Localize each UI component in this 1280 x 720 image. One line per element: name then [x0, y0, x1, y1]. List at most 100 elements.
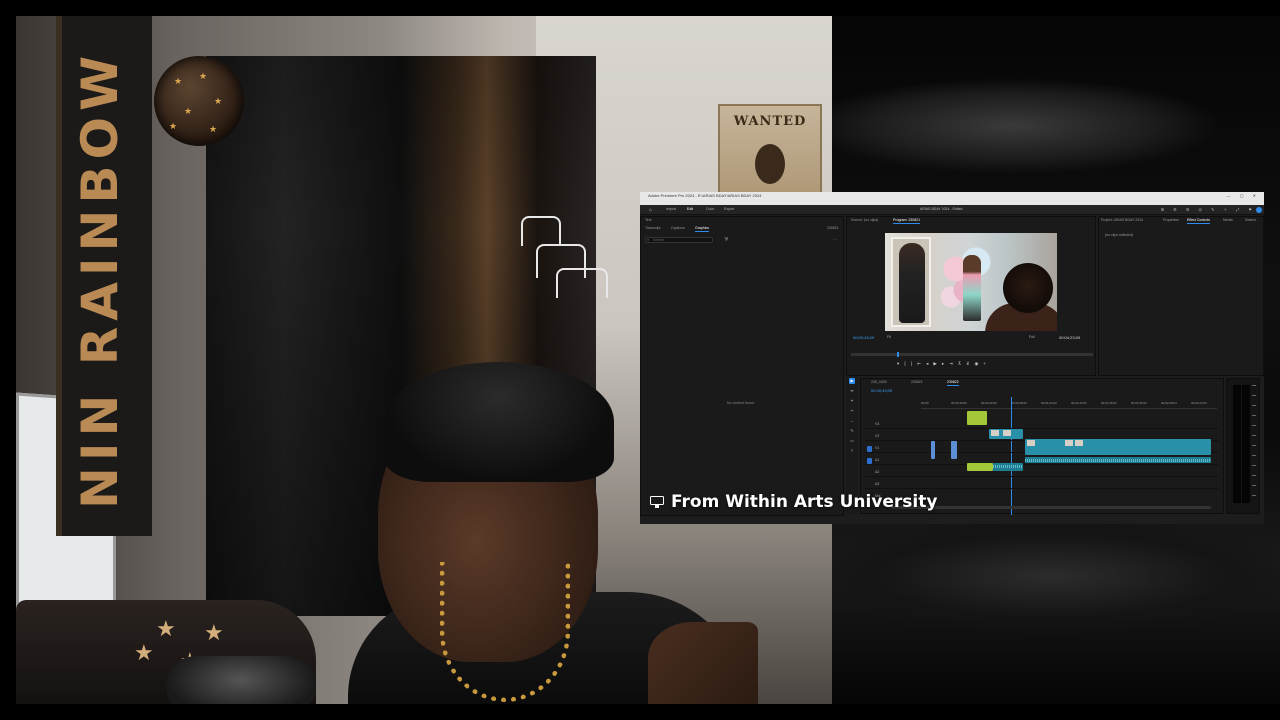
timeline-ruler[interactable]: 00;00 00;00;16;00 00;00;32;00 00;00;48;0… — [921, 401, 1217, 409]
graphics-search-input[interactable]: ⌕ Search — [645, 237, 713, 243]
transport-controls[interactable]: ▾{}⇤◂▶▸⇥⊼⊻◉+ — [897, 361, 991, 367]
audio-meters — [1226, 378, 1260, 514]
audio-clip-lime[interactable] — [967, 463, 993, 471]
search-placeholder: Search — [653, 238, 665, 242]
tab-captions[interactable]: Captions — [671, 226, 685, 230]
track-label: V3 — [875, 422, 880, 426]
tab-source[interactable]: Source: (no clips) — [851, 218, 878, 222]
timeline-tabs: 230_0426 230821 230822 — [861, 379, 1223, 386]
go-to-in-icon[interactable]: ⇤ — [917, 361, 926, 366]
filter-icon[interactable]: ⧩ — [724, 237, 728, 243]
razor-tool-icon[interactable]: ✂ — [849, 408, 855, 414]
tab-sequence-3[interactable]: 230822 — [947, 380, 959, 386]
slip-tool-icon[interactable]: ↔ — [849, 418, 855, 424]
meter-left-channel — [1233, 385, 1241, 503]
clip-thumbnail — [1075, 440, 1083, 446]
hanger — [556, 268, 608, 298]
pen-tool-icon[interactable]: ✎ — [849, 428, 855, 434]
ruler-label: 00;00 — [921, 401, 929, 405]
tab-search[interactable]: Search — [1245, 218, 1256, 222]
monitor-playhead[interactable] — [896, 352, 899, 357]
ruler-label: 00;01;36;02 — [1101, 401, 1117, 405]
window-title: Adobe Premiere Pro 2024 - R:\ARIAS BDAY\… — [648, 193, 762, 198]
tab-media[interactable]: Media — [1223, 218, 1233, 222]
ruler-label: 00;01;04;02 — [1041, 401, 1057, 405]
effect-controls-panel: Project: ARIAS BDAY 2024 Properties Effe… — [1098, 216, 1264, 376]
poster-portrait — [755, 144, 785, 184]
screen-share: Adobe Premiere Pro 2024 - R:\ARIAS BDAY\… — [640, 192, 1264, 524]
track-select-tool-icon[interactable]: ⇹ — [849, 388, 855, 394]
ripple-tool-icon[interactable]: ✦ — [849, 398, 855, 404]
go-to-out-icon[interactable]: ⇥ — [949, 361, 958, 366]
panel-menu-icon[interactable]: ⋯ — [833, 237, 837, 242]
clip-thumbnail — [991, 430, 999, 436]
timeline-timecode[interactable]: 00;00;43;09 — [871, 388, 892, 393]
project-title: ARIAS BDAY 2024 - Edited — [920, 207, 963, 211]
tab-sequence-2[interactable]: 230821 — [911, 380, 923, 384]
step-forward-icon[interactable]: ▸ — [942, 361, 949, 366]
tab-edit[interactable]: Edit — [687, 207, 693, 211]
tab-effect-controls[interactable]: Effect Controls — [1187, 218, 1210, 224]
track-a2[interactable]: A2 — [865, 463, 1219, 477]
tab-text[interactable]: Text — [645, 218, 651, 222]
ruler-label: 00;00;32;00 — [981, 401, 997, 405]
track-a1[interactable]: A1 — [865, 457, 1219, 465]
track-label: A2 — [875, 470, 880, 474]
tab-program[interactable]: Program: 230821 — [893, 218, 921, 224]
stream-frame: NIN RAINBOW ★ ★ ★ ★ ★ ★ WANTED ★ ★ ★ ★ — [0, 0, 1280, 720]
right-panel-tabs: Project: ARIAS BDAY 2024 Properties Effe… — [1099, 217, 1263, 224]
video-clip[interactable] — [1025, 439, 1211, 455]
tab-graphics[interactable]: Graphics — [695, 226, 710, 232]
header-icons[interactable]: ⊞ ⚙ ☰ ◎ ✎ ✧ ⤢ ⚑ — [1161, 207, 1256, 212]
graphics-panel-tabs: Text — [641, 217, 843, 224]
type-tool-icon[interactable]: T — [849, 448, 855, 454]
video-clip[interactable] — [989, 429, 1023, 439]
track-a3[interactable]: A3 — [865, 481, 1219, 489]
home-icon[interactable]: ⌂ — [649, 207, 652, 213]
graphics-subtabs: Transcript Captions Graphics 230821 — [641, 225, 843, 232]
track-target-toggle[interactable] — [867, 446, 872, 452]
monitor-scrub-bar[interactable] — [851, 352, 1093, 357]
program-timecode[interactable]: 00;00;43;09 — [853, 335, 874, 340]
track-v1[interactable]: V1 — [865, 439, 1219, 459]
monitor-icon — [650, 495, 664, 509]
play-icon[interactable]: ▶ — [933, 361, 941, 366]
clip-thumbnail — [1003, 430, 1011, 436]
workspace-header: ⌂ Import Edit Color Export ARIAS BDAY 20… — [640, 205, 1264, 215]
fit-dropdown[interactable]: Fit — [887, 335, 891, 339]
cushion-star-icon: ★ — [204, 620, 224, 645]
program-monitor: Source: (no clips) Program: 230821 00;00… — [846, 216, 1096, 376]
effect-controls-field: (no clips selected) — [1105, 233, 1134, 237]
tab-project[interactable]: Project: ARIAS BDAY 2024 — [1101, 218, 1143, 222]
program-video-frame[interactable] — [885, 233, 1057, 331]
lift-icon[interactable]: ⊼ — [958, 361, 966, 366]
window-controls[interactable]: — ▢ ✕ — [1227, 192, 1260, 200]
caption-text: From Within Arts University — [671, 492, 938, 512]
tab-export[interactable]: Export — [724, 207, 734, 211]
add-button-icon[interactable]: + — [983, 361, 991, 366]
tab-import[interactable]: Import — [666, 207, 676, 211]
audio-clip[interactable] — [993, 463, 1023, 471]
user-avatar[interactable] — [1256, 207, 1262, 213]
tab-color[interactable]: Color — [706, 207, 714, 211]
audio-clip[interactable] — [1025, 457, 1211, 463]
resolution-dropdown[interactable]: Full — [1029, 335, 1035, 339]
tab-sequence-1[interactable]: 230_0426 — [871, 380, 887, 384]
track-target-toggle[interactable] — [867, 458, 872, 464]
graphic-clip[interactable] — [967, 411, 987, 425]
rectangle-tool-icon[interactable]: ▭ — [849, 438, 855, 444]
ruler-label: 00;00;16;00 — [951, 401, 967, 405]
meter-scale — [1252, 385, 1256, 503]
track-v3[interactable]: V3 — [865, 411, 1219, 429]
timeline-scrollbar[interactable] — [891, 506, 1211, 509]
banner-text: NIN RAINBOW — [71, 49, 129, 509]
gold-chain — [440, 562, 570, 702]
empty-state-message: No content found. — [727, 401, 755, 405]
video-person-left — [899, 243, 925, 323]
duration-timecode: 00;04;23;09 — [1059, 335, 1081, 340]
tab-transcript[interactable]: Transcript — [645, 226, 660, 230]
cushion-star-icon: ★ — [156, 616, 176, 641]
selection-tool-icon[interactable]: ▶ — [849, 378, 855, 384]
tab-properties[interactable]: Properties — [1163, 218, 1179, 222]
ruler-label: 00;01;52;02 — [1131, 401, 1147, 405]
